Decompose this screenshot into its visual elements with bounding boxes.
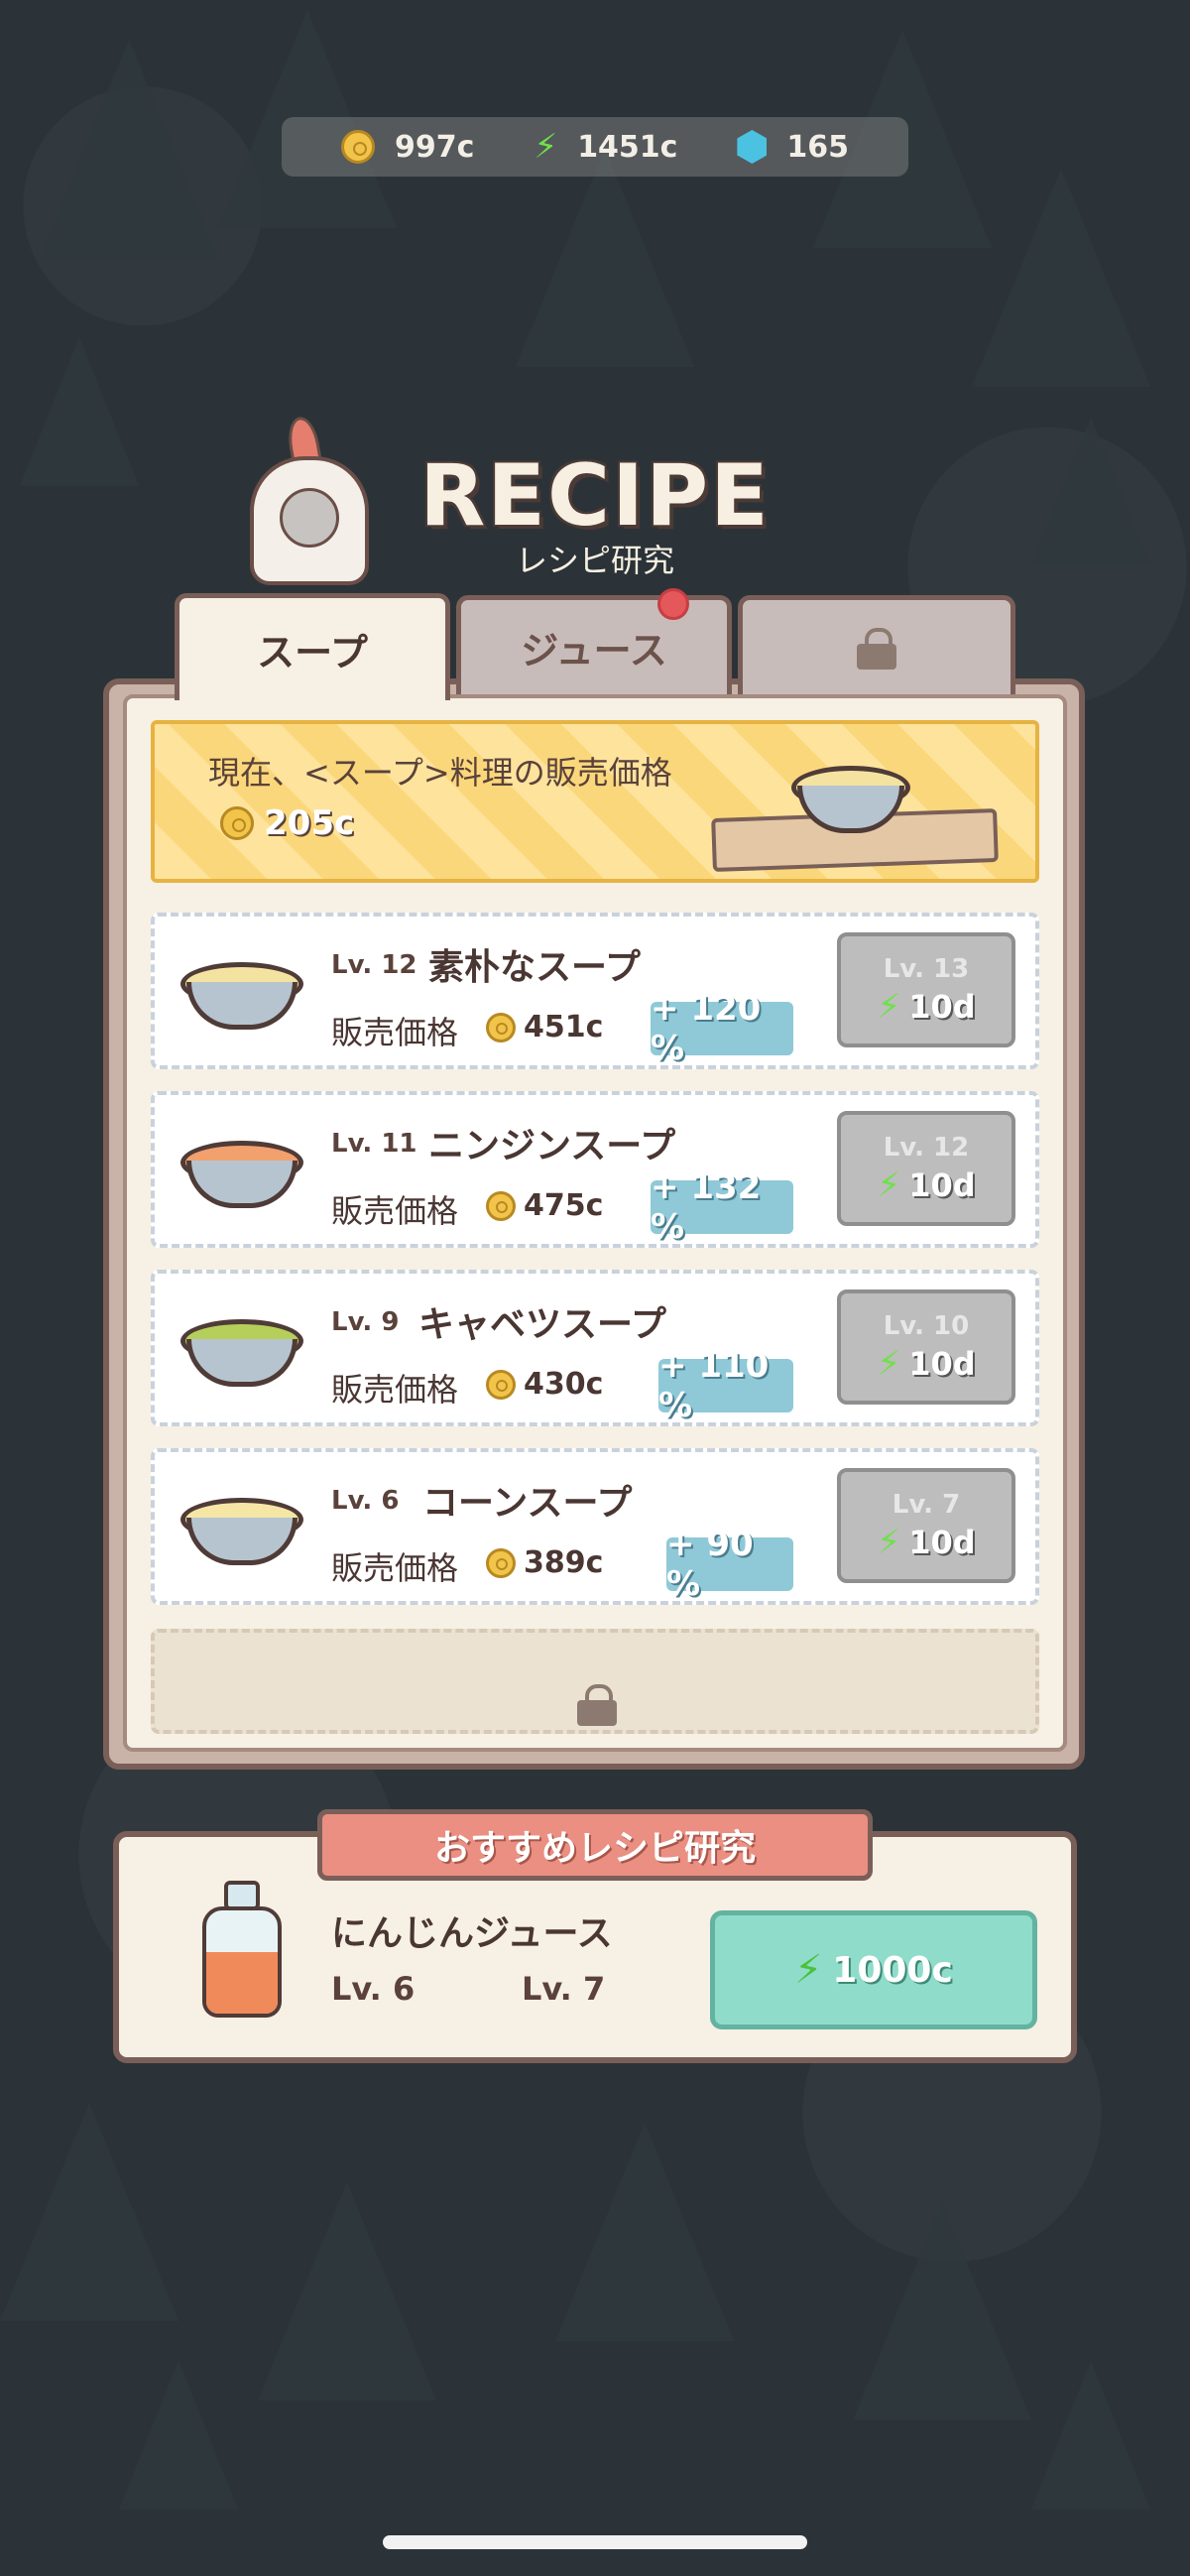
- tab-locked[interactable]: [738, 595, 1015, 694]
- lightning-icon: ⚡: [877, 1523, 901, 1562]
- next-level: Lv. 7: [892, 1490, 961, 1520]
- tree-decoration: [40, 40, 218, 258]
- recommended-next-level: Lv. 7: [522, 1970, 606, 2008]
- coin-icon: [341, 130, 375, 164]
- energy-amount: 1451c: [577, 129, 678, 165]
- tree-decoration: [258, 2182, 436, 2400]
- upgrade-cost: 10d: [908, 988, 976, 1026]
- coin-icon: [486, 1190, 516, 1221]
- tree-decoration: [0, 2103, 178, 2321]
- upgrade-button[interactable]: Lv. 12 ⚡ 10d: [837, 1111, 1015, 1226]
- recipe-price: 389c: [486, 1545, 603, 1580]
- energy-counter[interactable]: ⚡ 1451c: [534, 130, 677, 165]
- recipe-price: 430c: [486, 1367, 603, 1402]
- recipe-row[interactable]: Lv. 9 キャベツスープ 販売価格 430c + 110 % Lv. 10 ⚡…: [151, 1270, 1039, 1426]
- tab-juice-label: ジュース: [521, 629, 667, 673]
- notification-badge: [657, 588, 689, 620]
- gem-amount: 165: [786, 129, 849, 165]
- recipe-level: Lv. 12: [331, 950, 417, 980]
- coin-icon: [486, 1012, 516, 1043]
- recipe-name: コーンスープ: [422, 1483, 633, 1524]
- research-button[interactable]: ⚡ 1000c: [710, 1910, 1037, 2029]
- carrot-soup-icon: [180, 1141, 303, 1208]
- upgrade-button[interactable]: Lv. 10 ⚡ 10d: [837, 1289, 1015, 1405]
- upgrade-button[interactable]: Lv. 7 ⚡ 10d: [837, 1468, 1015, 1583]
- recipe-name: キャベツスープ: [418, 1304, 666, 1345]
- recipe-level: Lv. 6: [331, 1486, 400, 1516]
- price-label: 販売価格: [331, 1192, 459, 1230]
- recommended-current-level: Lv. 6: [331, 1970, 416, 2008]
- tree-decoration: [1031, 2361, 1150, 2510]
- upgrade-cost: 10d: [908, 1345, 976, 1383]
- tree-decoration: [119, 2361, 238, 2510]
- research-cost: 1000c: [832, 1949, 953, 1991]
- recipe-level: Lv. 11: [331, 1129, 417, 1159]
- plain-soup-icon: [180, 962, 303, 1030]
- recipe-level: Lv. 9: [331, 1307, 400, 1337]
- next-level: Lv. 10: [883, 1311, 970, 1341]
- lock-icon: [577, 1684, 617, 1726]
- price-label: 販売価格: [331, 1371, 459, 1409]
- bonus-badge: + 90 %: [666, 1525, 793, 1604]
- upgrade-button[interactable]: Lv. 13 ⚡ 10d: [837, 932, 1015, 1047]
- recommended-research-header: おすすめレシピ研究: [317, 1809, 873, 1881]
- tree-decoration: [853, 2202, 1031, 2420]
- bonus-badge: + 110 %: [658, 1346, 793, 1425]
- tab-soup-label: スープ: [257, 631, 368, 675]
- cabbage-soup-icon: [180, 1319, 303, 1387]
- juice-bottle-icon: [202, 1881, 282, 2020]
- recipe-price: 475c: [486, 1188, 603, 1223]
- recipe-row[interactable]: Lv. 12 素朴なスープ 販売価格 451c + 120 % Lv. 13 ⚡…: [151, 913, 1039, 1069]
- price-label: 販売価格: [331, 1549, 459, 1587]
- recipe-row[interactable]: Lv. 11 ニンジンスープ 販売価格 475c + 132 % Lv. 12 …: [151, 1091, 1039, 1248]
- tab-juice[interactable]: ジュース: [456, 588, 732, 694]
- gem-icon: [737, 130, 768, 164]
- price-label: 販売価格: [331, 1014, 459, 1051]
- coin-counter[interactable]: 997c: [341, 130, 474, 165]
- bonus-badge: + 132 %: [651, 1167, 793, 1247]
- lightning-icon: ⚡: [877, 1165, 901, 1205]
- home-indicator[interactable]: [383, 2535, 807, 2549]
- resource-bar: 997c ⚡ 1451c 165: [282, 117, 908, 177]
- lightning-icon: ⚡: [877, 987, 901, 1027]
- next-level: Lv. 12: [883, 1133, 970, 1163]
- bonus-badge: + 120 %: [651, 989, 793, 1068]
- recipe-price: 451c: [486, 1010, 603, 1044]
- corn-soup-icon: [180, 1498, 303, 1565]
- recipe-name: 素朴なスープ: [428, 947, 641, 988]
- page-title: RECIPE: [419, 446, 771, 546]
- recipe-name: ニンジンスープ: [428, 1126, 676, 1166]
- locked-recipe-slot[interactable]: [151, 1629, 1039, 1734]
- coin-amount: 997c: [395, 129, 475, 165]
- tab-soup[interactable]: スープ: [175, 593, 450, 700]
- recipe-row[interactable]: Lv. 6 コーンスープ 販売価格 389c + 90 % Lv. 7 ⚡ 10d: [151, 1448, 1039, 1605]
- upgrade-cost: 10d: [908, 1166, 976, 1204]
- current-price-label: 現在、<スープ>料理の販売価格: [208, 754, 672, 792]
- tree-decoration: [972, 169, 1150, 387]
- soup-bowl-icon: [791, 766, 910, 833]
- coin-icon: [486, 1369, 516, 1400]
- lock-icon: [857, 627, 896, 670]
- lightning-icon: ⚡: [794, 1947, 823, 1993]
- lightning-icon: ⚡: [534, 127, 558, 167]
- lightning-icon: ⚡: [877, 1344, 901, 1384]
- current-price-value: 205c: [220, 803, 354, 843]
- recommended-recipe-name: にんじんジュース: [331, 1913, 613, 1954]
- coin-icon: [220, 806, 254, 840]
- gem-counter[interactable]: 165: [737, 130, 849, 165]
- next-level: Lv. 13: [883, 954, 970, 984]
- coin-icon: [486, 1547, 516, 1578]
- tree-decoration: [516, 149, 694, 367]
- page-subtitle: レシピ研究: [515, 542, 674, 579]
- tree-decoration: [555, 2123, 734, 2341]
- upgrade-cost: 10d: [908, 1524, 976, 1561]
